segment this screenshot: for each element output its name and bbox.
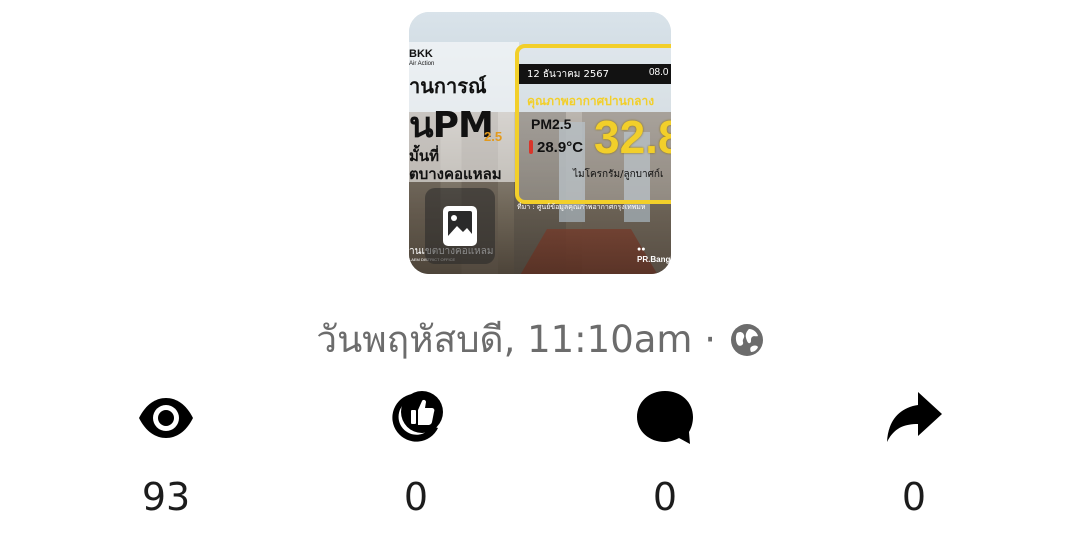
thumbnail-headline-pm-sub: 2.5 bbox=[484, 129, 503, 144]
thumbnail-headline-line4: ตบางคอแหลม bbox=[409, 165, 502, 183]
thumbnail-panel-metric: PM2.5 bbox=[531, 116, 572, 132]
post-thumbnail[interactable]: BKK Air Action านการณ์ นPM 2.5 มั้นที่ ต… bbox=[409, 12, 671, 274]
social-logos-icon: ●● bbox=[637, 246, 646, 253]
image-icon bbox=[443, 206, 477, 246]
shares-count: 0 bbox=[901, 475, 927, 519]
views-count: 93 bbox=[141, 475, 191, 519]
thumbnail-panel-time: 08.0 bbox=[649, 67, 669, 78]
thumbnail-panel-temperature-row: 28.9°C bbox=[529, 139, 583, 156]
globe-icon[interactable] bbox=[730, 323, 764, 357]
thumbnail-brand-tagline: Air Action bbox=[409, 61, 435, 67]
meta-separator: · bbox=[704, 318, 716, 361]
thumbs-up-icon bbox=[392, 391, 443, 442]
views-stat[interactable]: 93 bbox=[96, 388, 236, 528]
thumbnail-panel-value: 32.8 bbox=[594, 111, 671, 163]
shares-stat[interactable]: 0 bbox=[844, 388, 984, 528]
thumbnail-panel-unit: ไมโครกรัม/ลูกบาศก์เ bbox=[573, 169, 664, 180]
thumbnail-pr-name: PR.Bangk bbox=[637, 255, 671, 264]
comments-count: 0 bbox=[652, 475, 678, 519]
thumbnail-panel-temperature: 28.9°C bbox=[537, 139, 584, 156]
thumbnail-brand: BKK bbox=[409, 48, 433, 60]
post-meta: วันพฤหัสบดี, 11:10am · bbox=[0, 314, 1080, 366]
image-badge bbox=[425, 188, 495, 264]
share-arrow-icon bbox=[887, 392, 942, 442]
thumbnail-panel-date: 12 ธันวาคม 2567 bbox=[527, 69, 609, 80]
reactions-stat[interactable]: 0 bbox=[346, 388, 486, 528]
comment-bubble-icon bbox=[637, 391, 693, 444]
comments-stat[interactable]: 0 bbox=[595, 388, 735, 528]
thumbnail-source: ที่มา : ศูนย์ข้อมูลคุณภาพอากาศกรุงเทพมห bbox=[517, 203, 646, 211]
thermometer-icon bbox=[529, 140, 533, 154]
thumbnail-panel-title: คุณภาพอากาศปานกลาง bbox=[527, 94, 655, 108]
post-timestamp[interactable]: วันพฤหัสบดี, 11:10am bbox=[316, 318, 692, 361]
eye-icon bbox=[139, 398, 193, 438]
reactions-count: 0 bbox=[403, 475, 429, 519]
